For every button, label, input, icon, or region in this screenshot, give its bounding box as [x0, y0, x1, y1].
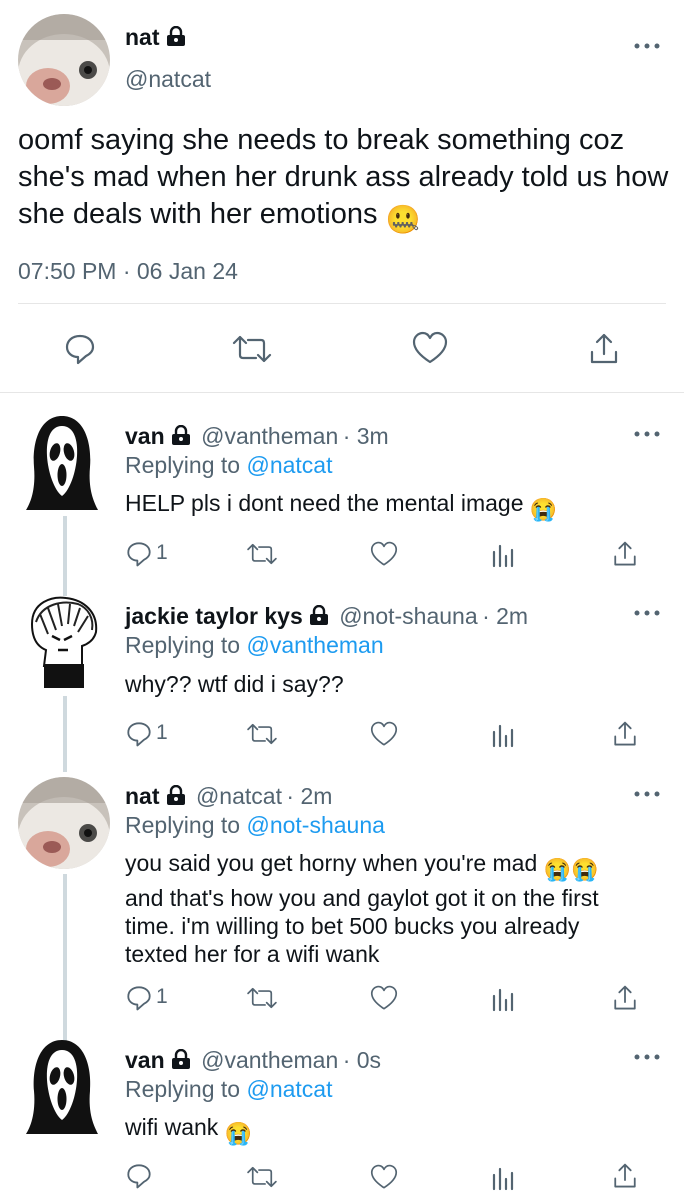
- tweet-timestamp[interactable]: 07:50 PM · 06 Jan 24: [18, 258, 238, 285]
- reply-text: wifi wank 😭: [125, 1114, 253, 1146]
- like-icon[interactable]: [370, 1164, 398, 1190]
- avatar[interactable]: [22, 594, 102, 690]
- crying-emoji: 😭: [529, 497, 558, 522]
- retweet-icon[interactable]: [230, 333, 274, 365]
- reply-text: HELP pls i dont need the mental image 😭: [125, 490, 558, 522]
- replying-to: Replying to @natcat: [125, 1076, 333, 1102]
- reply-text: why?? wtf did i say??: [125, 671, 344, 697]
- mention-link[interactable]: @natcat: [246, 1076, 332, 1102]
- retweet-icon[interactable]: [245, 541, 279, 567]
- replying-to: Replying to @natcat: [125, 452, 333, 478]
- like-icon[interactable]: [412, 331, 448, 365]
- mention-link[interactable]: @vantheman: [246, 632, 383, 658]
- analytics-icon[interactable]: [490, 1165, 516, 1191]
- reply-count: 1: [156, 985, 168, 1008]
- lock-icon: [166, 785, 185, 805]
- mention-link[interactable]: @natcat: [246, 452, 332, 478]
- mention-link[interactable]: @not-shauna: [246, 812, 384, 838]
- tweet-text: oomf saying she needs to break something…: [18, 122, 678, 238]
- author-name[interactable]: van: [125, 423, 165, 449]
- reply-icon[interactable]: [63, 332, 97, 366]
- reply-icon[interactable]: [125, 720, 153, 748]
- author-handle[interactable]: @natcat: [196, 783, 282, 809]
- avatar[interactable]: [18, 777, 110, 869]
- reply-icon[interactable]: [125, 1162, 153, 1190]
- author-name[interactable]: jackie taylor kys: [125, 603, 303, 629]
- replying-to: Replying to @vantheman: [125, 632, 384, 658]
- crying-emoji: 😭: [224, 1121, 253, 1146]
- retweet-icon[interactable]: [245, 985, 279, 1011]
- more-options-icon[interactable]: [632, 424, 662, 444]
- like-icon[interactable]: [370, 985, 398, 1011]
- reply-time[interactable]: · 3m: [343, 423, 389, 449]
- zipper-mouth-emoji: 🤐: [385, 204, 421, 235]
- share-icon[interactable]: [612, 720, 638, 748]
- like-icon[interactable]: [370, 721, 398, 747]
- more-options-icon[interactable]: [632, 1047, 662, 1067]
- crying-emoji: 😭😭: [543, 857, 599, 882]
- reply-time[interactable]: · 0s: [343, 1047, 381, 1073]
- more-options-icon[interactable]: [632, 784, 662, 804]
- more-options-icon[interactable]: [632, 36, 662, 56]
- author-handle[interactable]: @vantheman: [201, 423, 338, 449]
- share-icon[interactable]: [612, 984, 638, 1012]
- avatar[interactable]: [22, 412, 102, 512]
- reply-icon[interactable]: [125, 540, 153, 568]
- reply-time[interactable]: · 2m: [482, 603, 528, 629]
- lock-icon: [166, 26, 185, 46]
- author-handle[interactable]: @vantheman: [201, 1047, 338, 1073]
- author-handle[interactable]: @natcat: [125, 66, 211, 93]
- author-name[interactable]: nat: [125, 783, 160, 809]
- reply-count: 1: [156, 541, 168, 564]
- analytics-icon[interactable]: [490, 722, 516, 748]
- lock-icon: [309, 605, 328, 625]
- author-name[interactable]: nat: [125, 24, 160, 50]
- more-options-icon[interactable]: [632, 603, 662, 623]
- retweet-icon[interactable]: [245, 1164, 279, 1190]
- analytics-icon[interactable]: [490, 986, 516, 1012]
- lock-icon: [171, 1049, 190, 1069]
- author-name[interactable]: van: [125, 1047, 165, 1073]
- share-icon[interactable]: [588, 332, 620, 366]
- avatar[interactable]: [18, 14, 110, 106]
- analytics-icon[interactable]: [490, 542, 516, 568]
- replying-to: Replying to @not-shauna: [125, 812, 385, 838]
- like-icon[interactable]: [370, 541, 398, 567]
- reply-count: 1: [156, 721, 168, 744]
- avatar[interactable]: [22, 1036, 102, 1136]
- lock-icon: [171, 425, 190, 445]
- reply-text: you said you get horny when you're mad 😭…: [125, 850, 599, 967]
- reply-icon[interactable]: [125, 984, 153, 1012]
- reply-time[interactable]: · 2m: [286, 783, 332, 809]
- retweet-icon[interactable]: [245, 721, 279, 747]
- share-icon[interactable]: [612, 540, 638, 568]
- share-icon[interactable]: [612, 1162, 638, 1190]
- author-handle[interactable]: @not-shauna: [339, 603, 477, 629]
